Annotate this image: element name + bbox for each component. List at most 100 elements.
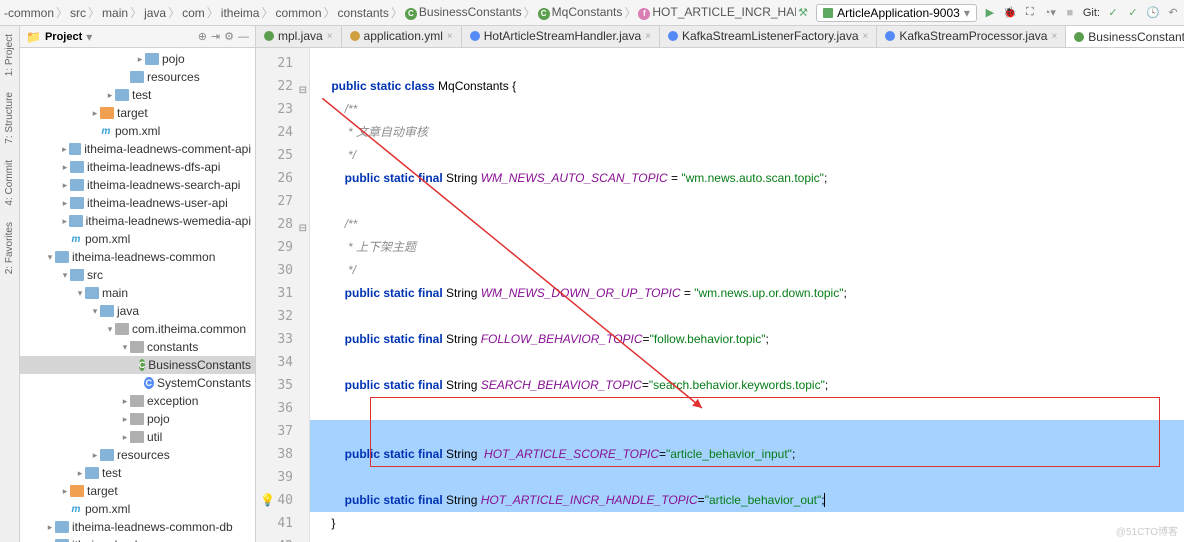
tree-node[interactable]: ▸itheima-leadnews-wemedia-api <box>20 212 255 230</box>
breadcrumb-item[interactable]: CBusinessConstants <box>405 5 522 20</box>
editor-tab[interactable]: mpl.java× <box>256 26 342 47</box>
tool-window-button[interactable]: 4: Commit <box>2 156 17 210</box>
breadcrumb-item[interactable]: fHOT_ARTICLE_INCR_HANDLE_TOPIC <box>638 5 796 20</box>
tree-node[interactable]: ▸target <box>20 482 255 500</box>
breadcrumb-item[interactable]: constants <box>338 6 389 20</box>
tree-node[interactable]: ▾com.itheima.common <box>20 320 255 338</box>
collapse-icon[interactable]: ⇥ <box>211 30 220 43</box>
close-tab-icon[interactable]: × <box>447 31 453 42</box>
tree-node[interactable]: CSystemConstants <box>20 374 255 392</box>
code-line[interactable]: * 文章自动审核 <box>310 121 1184 144</box>
line-number[interactable]: 42 <box>256 535 309 542</box>
intention-bulb-icon[interactable]: 💡 <box>260 489 274 503</box>
code-line[interactable] <box>310 305 1184 328</box>
close-tab-icon[interactable]: × <box>1051 31 1057 42</box>
close-tab-icon[interactable]: × <box>327 31 333 42</box>
editor-tab[interactable]: KafkaStreamListenerFactory.java× <box>660 26 877 47</box>
code-line[interactable] <box>310 351 1184 374</box>
line-number[interactable]: 39 <box>256 466 309 489</box>
breadcrumb-item[interactable]: java <box>144 6 166 20</box>
line-number[interactable]: 41 <box>256 512 309 535</box>
tree-node[interactable]: ▸itheima-leadnews-search-api <box>20 176 255 194</box>
tree-node[interactable]: ▾itheima-leadnews-common <box>20 248 255 266</box>
line-number[interactable]: 40💡 <box>256 489 309 512</box>
tree-node[interactable]: mpom.xml <box>20 500 255 518</box>
tree-node[interactable]: resources <box>20 68 255 86</box>
line-number[interactable]: 27 <box>256 190 309 213</box>
line-number[interactable]: 37 <box>256 420 309 443</box>
editor-tab[interactable]: BusinessConstants.java× <box>1066 26 1184 48</box>
line-number[interactable]: 36 <box>256 397 309 420</box>
tree-node[interactable]: ▸itheima-leadnews-comment-api <box>20 140 255 158</box>
close-tab-icon[interactable]: × <box>645 31 651 42</box>
hide-icon[interactable]: — <box>238 31 249 43</box>
stop-icon[interactable]: ■ <box>1063 6 1077 20</box>
play-icon[interactable]: ▶ <box>983 6 997 20</box>
tree-node[interactable]: ▸resources <box>20 446 255 464</box>
code[interactable]: public static class MqConstants { /** * … <box>310 48 1184 542</box>
breadcrumb-item[interactable]: com <box>182 6 205 20</box>
tree-node[interactable]: ▸util <box>20 428 255 446</box>
tree-node[interactable]: ▸pojo <box>20 50 255 68</box>
code-line[interactable]: } <box>310 512 1184 535</box>
code-line[interactable]: public static final String FOLLOW_BEHAVI… <box>310 328 1184 351</box>
line-number[interactable]: 34 <box>256 351 309 374</box>
code-line[interactable]: */ <box>310 259 1184 282</box>
select-open-icon[interactable]: ⊕ <box>198 30 207 43</box>
line-number[interactable]: 25 <box>256 144 309 167</box>
breadcrumb-item[interactable]: main <box>102 6 128 20</box>
tree-node[interactable]: ▸exception <box>20 392 255 410</box>
settings-icon[interactable]: ⚙ <box>224 30 234 43</box>
profile-icon[interactable]: ◔▾ <box>1043 6 1057 20</box>
breadcrumb-item[interactable]: CMqConstants <box>538 5 623 20</box>
tree-node[interactable]: ▾java <box>20 302 255 320</box>
tree-node[interactable]: ▸test <box>20 464 255 482</box>
tree-node[interactable]: ▸itheima-leadnews-core <box>20 536 255 542</box>
editor-tab[interactable]: application.yml× <box>342 26 462 47</box>
tree-node[interactable]: ▾src <box>20 266 255 284</box>
tool-window-button[interactable]: 1: Project <box>2 30 17 80</box>
revert-icon[interactable]: ↶ <box>1166 6 1180 20</box>
tree-node[interactable]: ▾main <box>20 284 255 302</box>
line-number[interactable]: 30 <box>256 259 309 282</box>
line-number[interactable]: 31 <box>256 282 309 305</box>
line-number[interactable]: 32 <box>256 305 309 328</box>
code-line[interactable]: public static final String HOT_ARTICLE_S… <box>310 443 1184 466</box>
tree-node[interactable]: ▾constants <box>20 338 255 356</box>
code-line[interactable]: public static final String WM_NEWS_AUTO_… <box>310 167 1184 190</box>
tree-node[interactable]: ▸itheima-leadnews-common-db <box>20 518 255 536</box>
line-number[interactable]: 22⊟ <box>256 75 309 98</box>
breadcrumb-item[interactable]: src <box>70 6 86 20</box>
close-tab-icon[interactable]: × <box>863 31 869 42</box>
line-number[interactable]: 26 <box>256 167 309 190</box>
code-line[interactable]: /** <box>310 98 1184 121</box>
code-line[interactable]: /** <box>310 213 1184 236</box>
debug-icon[interactable]: 🐞 <box>1003 6 1017 20</box>
code-line[interactable]: public static final String SEARCH_BEHAVI… <box>310 374 1184 397</box>
code-line[interactable]: */ <box>310 144 1184 167</box>
tool-window-button[interactable]: 2: Favorites <box>2 218 17 278</box>
tree-node[interactable]: ▸target <box>20 104 255 122</box>
code-line[interactable] <box>310 535 1184 542</box>
tree-node[interactable]: CBusinessConstants <box>20 356 255 374</box>
tree-node[interactable]: ▸itheima-leadnews-user-api <box>20 194 255 212</box>
project-tree[interactable]: ▸pojoresources▸test▸targetmpom.xml▸ithei… <box>20 48 255 542</box>
tree-node[interactable]: ▸test <box>20 86 255 104</box>
line-number[interactable]: 23 <box>256 98 309 121</box>
code-line[interactable]: public static final String HOT_ARTICLE_I… <box>310 489 1184 512</box>
code-line[interactable] <box>310 420 1184 443</box>
hammer-icon[interactable]: ⚒ <box>796 6 810 20</box>
editor-tab[interactable]: HotArticleStreamHandler.java× <box>462 26 660 47</box>
line-number[interactable]: 38 <box>256 443 309 466</box>
code-line[interactable] <box>310 466 1184 489</box>
history-icon[interactable]: 🕓 <box>1146 6 1160 20</box>
code-line[interactable]: public static final String WM_NEWS_DOWN_… <box>310 282 1184 305</box>
breadcrumb-item[interactable]: -common <box>4 6 54 20</box>
tree-node[interactable]: ▸itheima-leadnews-dfs-api <box>20 158 255 176</box>
code-line[interactable]: public static class MqConstants { <box>310 75 1184 98</box>
code-line[interactable]: * 上下架主题 <box>310 236 1184 259</box>
line-number[interactable]: 33 <box>256 328 309 351</box>
line-number[interactable]: 35 <box>256 374 309 397</box>
tree-node[interactable]: mpom.xml <box>20 122 255 140</box>
line-number[interactable]: 24 <box>256 121 309 144</box>
